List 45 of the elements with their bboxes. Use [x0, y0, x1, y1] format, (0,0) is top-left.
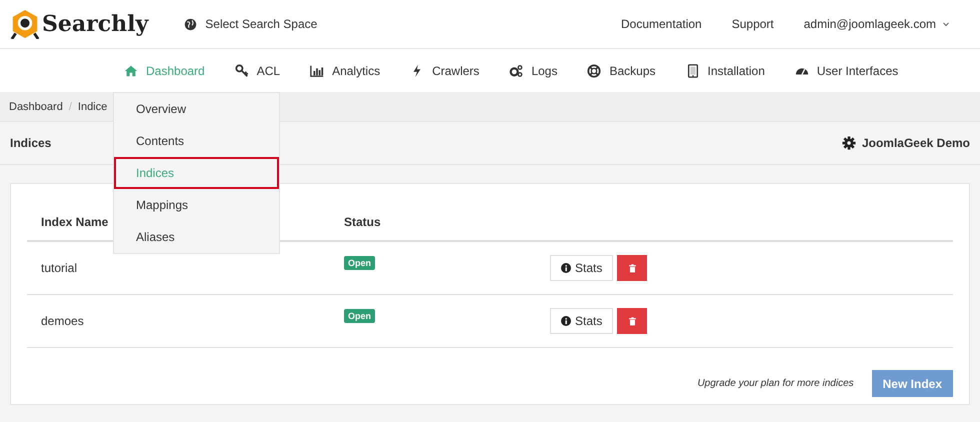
table-cell-text: tutorial	[41, 261, 78, 275]
house-icon	[124, 64, 138, 78]
header-link[interactable]: Support	[732, 17, 774, 31]
stats-button[interactable]: Stats	[550, 255, 614, 281]
nav-item[interactable]: User Interfaces	[794, 64, 898, 78]
breadcrumb-item[interactable]: Indice	[78, 100, 108, 112]
nav-item[interactable]: Backups	[587, 64, 656, 78]
menu-item[interactable]: Contents	[114, 125, 279, 157]
logo-icon	[10, 9, 40, 39]
chevron-down-icon	[942, 20, 950, 28]
delete-button[interactable]	[617, 255, 648, 281]
menu-item[interactable]: Aliases	[114, 221, 279, 253]
brand-name: Searchly	[42, 11, 148, 37]
header-link[interactable]: Documentation	[621, 17, 702, 31]
user-menu[interactable]: admin@joomlageek.com	[804, 17, 950, 31]
nav-item[interactable]: ACL	[234, 64, 280, 78]
nav-item[interactable]: Crawlers	[410, 64, 480, 78]
stats-button[interactable]: Stats	[550, 308, 614, 334]
breadcrumb-separator: /	[68, 100, 72, 112]
key-icon	[234, 64, 249, 78]
status-badge: Open	[344, 309, 376, 323]
bar-chart-icon	[310, 64, 324, 78]
upgrade-note: Upgrade your plan for more indices	[697, 378, 854, 389]
column-header: Status	[344, 215, 382, 229]
gear-icon	[842, 136, 856, 150]
space-name: JoomlaGeek Demo	[862, 136, 970, 150]
nav-item[interactable]: Logs	[509, 64, 558, 78]
breadcrumb-item[interactable]: Dashboard	[9, 100, 63, 112]
lifebuoy-icon	[587, 64, 602, 78]
trash-icon	[628, 264, 637, 272]
column-header: Index Name	[41, 215, 110, 229]
nav-item[interactable]: Analytics	[310, 64, 380, 78]
space-selector[interactable]: Select Search Space	[184, 17, 318, 31]
tablet-icon	[686, 64, 700, 78]
table-cell-text: demoes	[41, 314, 85, 328]
status-badge: Open	[344, 256, 376, 270]
nav-item[interactable]: Installation	[686, 64, 765, 78]
menu-item[interactable]: Overview	[114, 93, 279, 125]
gears-icon	[509, 64, 524, 78]
info-icon	[561, 263, 571, 273]
delete-button[interactable]	[617, 308, 648, 334]
trash-icon	[628, 316, 637, 326]
menu-item[interactable]: Mappings	[114, 189, 279, 221]
page-title: Indices	[10, 136, 52, 150]
info-icon	[561, 316, 571, 326]
